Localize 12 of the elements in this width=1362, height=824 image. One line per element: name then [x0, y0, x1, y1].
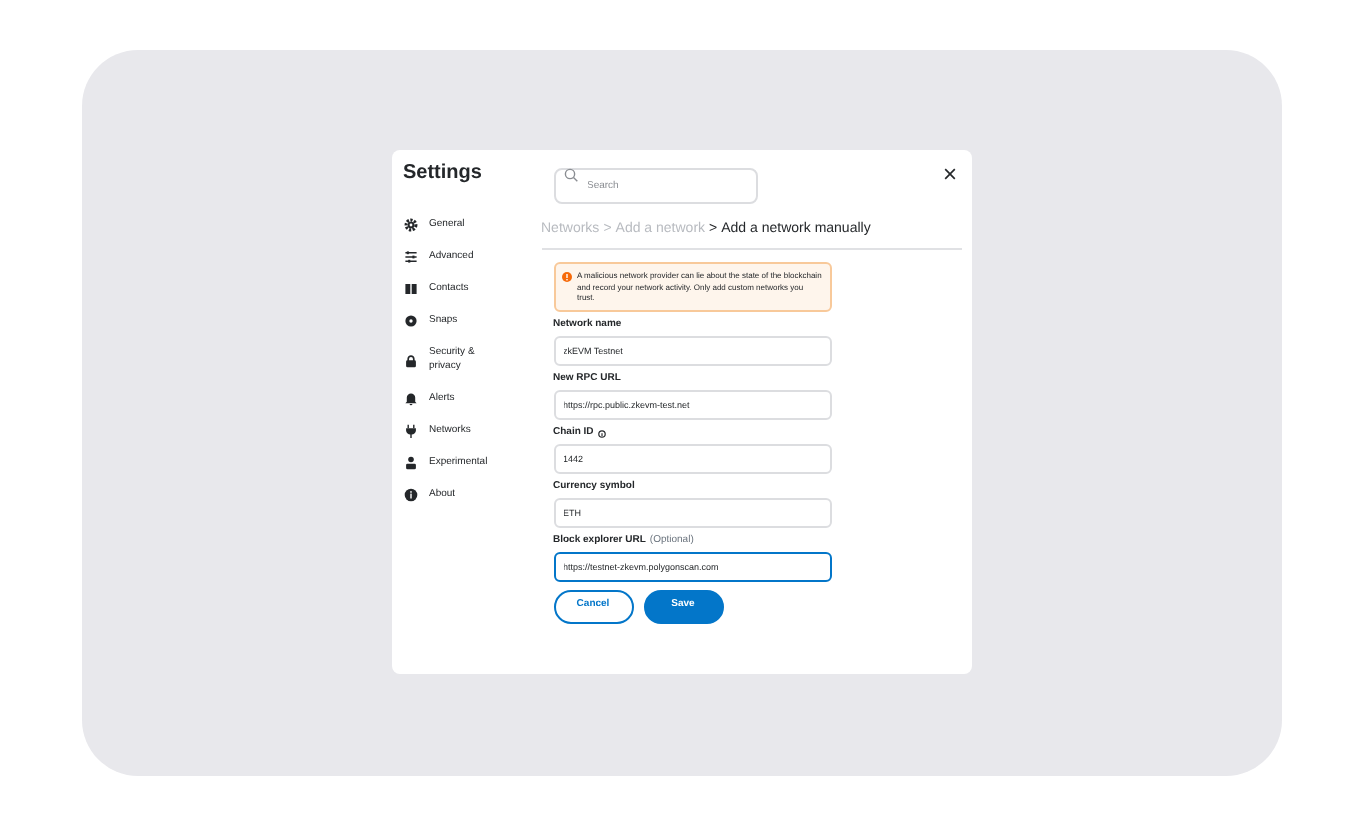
- lock-icon: [403, 353, 417, 367]
- search-icon: [563, 167, 577, 181]
- close-icon[interactable]: [943, 168, 955, 180]
- settings-title: Settings: [403, 160, 484, 188]
- book-icon: [403, 282, 417, 296]
- plug-icon: [403, 424, 417, 438]
- warning-icon: [561, 272, 571, 282]
- info-icon: [403, 488, 417, 502]
- gear-icon: [403, 218, 417, 232]
- person-icon: [403, 456, 417, 470]
- bell-icon: [403, 392, 417, 406]
- sliders-icon: [403, 250, 417, 264]
